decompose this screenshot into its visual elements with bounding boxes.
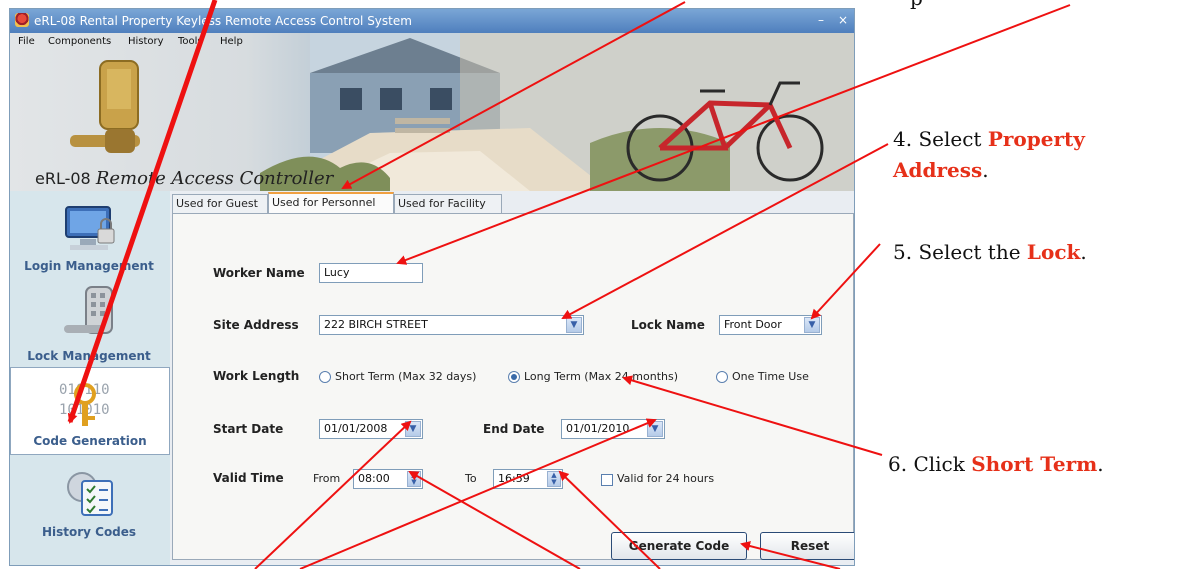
arrow-to-lock-name (810, 243, 881, 320)
arrow-to-start-date (254, 420, 412, 569)
arrow-to-to-time (558, 470, 661, 569)
arrow-to-code-generation (67, 0, 218, 424)
arrow-to-end-date (299, 418, 657, 569)
arrow-to-site-address (561, 143, 889, 319)
arrow-to-generate-code (740, 541, 841, 569)
arrow-to-worker-name (396, 4, 1071, 265)
arrow-to-personnel-tab (341, 1, 686, 189)
annotation-arrows (67, 0, 1071, 569)
arrow-to-long-term (622, 375, 883, 456)
